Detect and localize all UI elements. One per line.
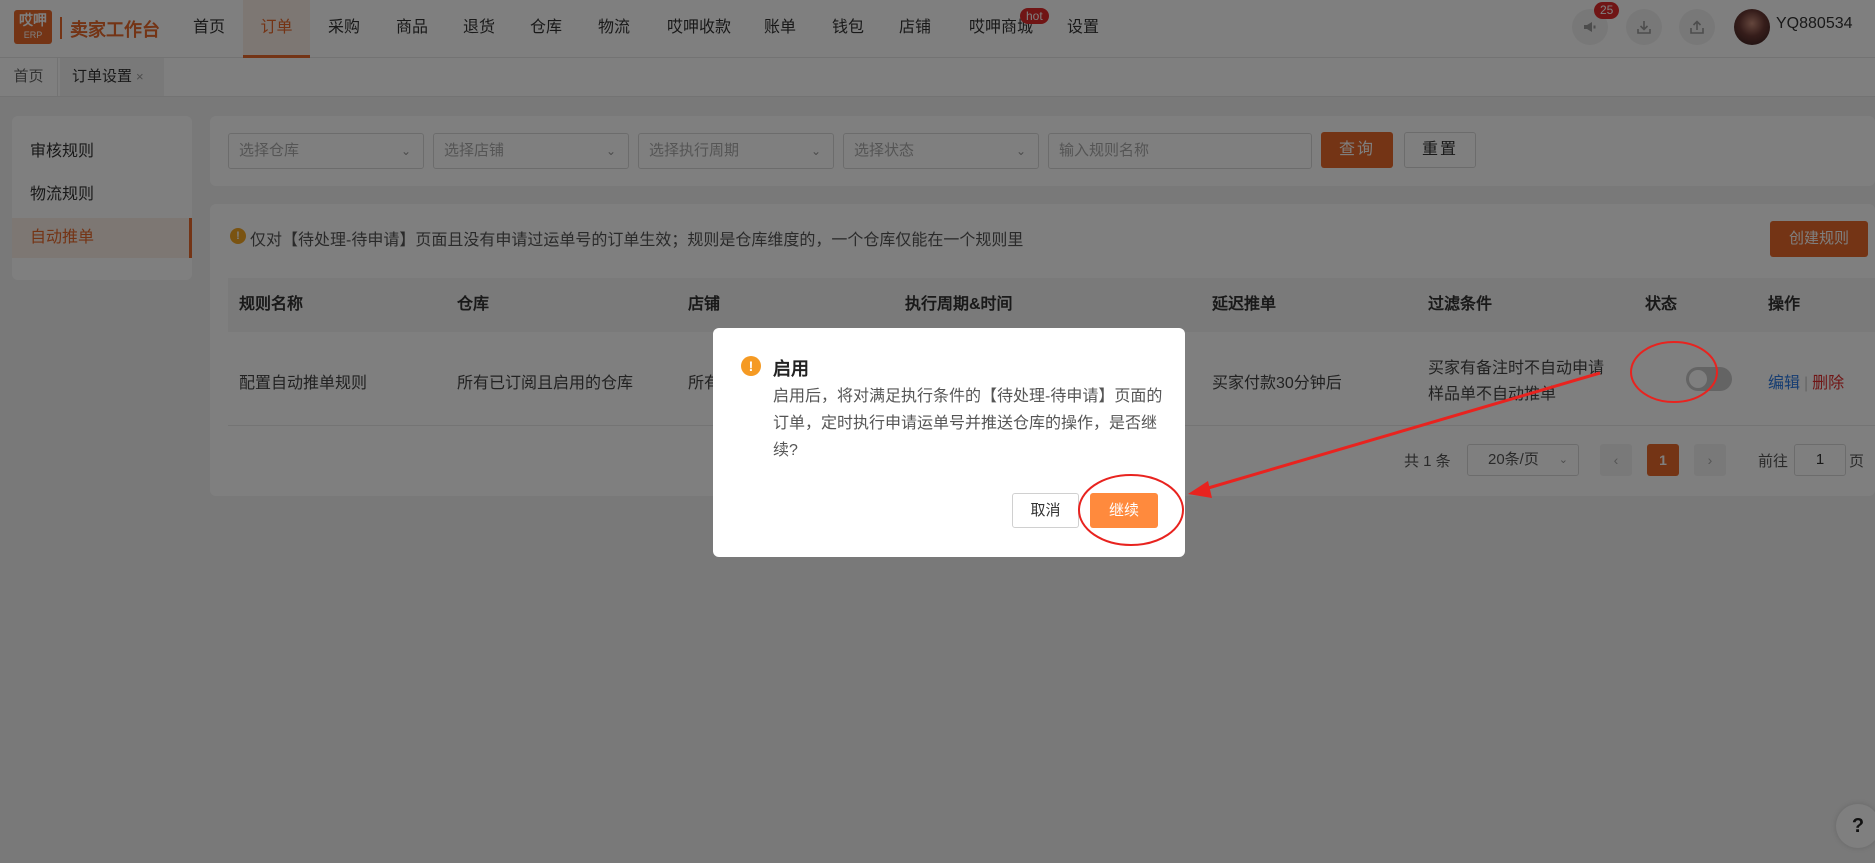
warning-icon: ! <box>741 356 761 376</box>
confirm-dialog: ! 启用 启用后，将对满足执行条件的【待处理-待申请】页面的订单，定时执行申请运… <box>713 328 1185 557</box>
dialog-message: 启用后，将对满足执行条件的【待处理-待申请】页面的订单，定时执行申请运单号并推送… <box>773 388 1163 459</box>
dialog-title: 启用 <box>773 359 809 379</box>
continue-button[interactable]: 继续 <box>1090 493 1158 528</box>
cancel-button[interactable]: 取消 <box>1012 493 1079 528</box>
